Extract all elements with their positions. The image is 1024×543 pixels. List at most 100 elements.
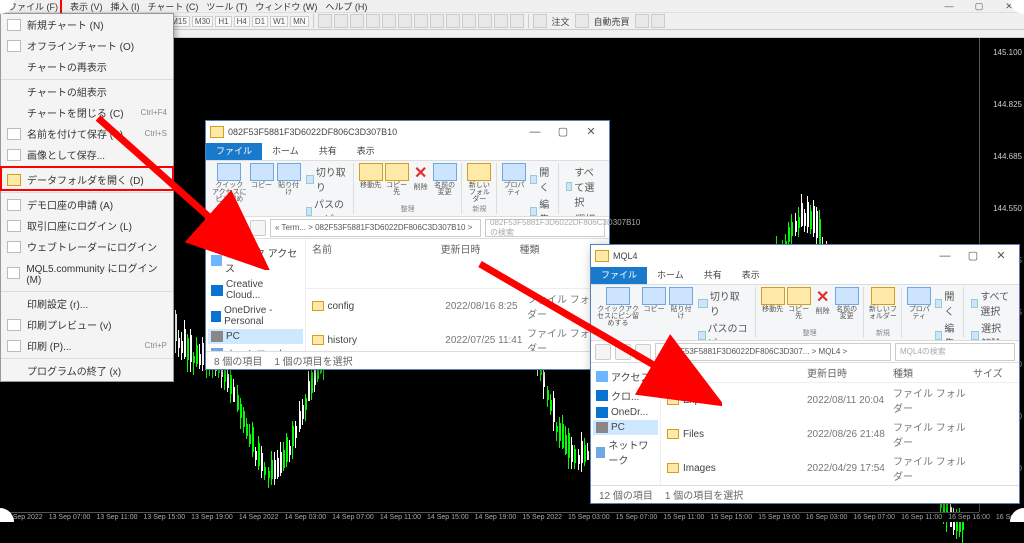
- tab-home[interactable]: ホーム: [647, 265, 694, 284]
- menu-item[interactable]: オフラインチャート (O): [1, 35, 173, 56]
- tool-icon[interactable]: [382, 14, 396, 28]
- nav-item[interactable]: OneDrive - Personal: [208, 303, 303, 329]
- moveto-button[interactable]: 移動先: [761, 287, 785, 320]
- tf-m30[interactable]: M30: [192, 16, 214, 27]
- menu-help[interactable]: ヘルプ (H): [325, 0, 367, 13]
- titlebar[interactable]: MQL4 — ▢ ✕: [591, 245, 1019, 267]
- tool-icon[interactable]: [366, 14, 380, 28]
- menu-item[interactable]: チャートを閉じる (C)Ctrl+F4: [1, 102, 173, 123]
- minimize-button[interactable]: —: [931, 246, 959, 266]
- tf-h4[interactable]: H4: [234, 16, 250, 27]
- up-button[interactable]: [250, 220, 266, 236]
- properties-button[interactable]: プロパティ: [502, 163, 526, 217]
- menu-item[interactable]: 名前を付けて保存 (S)Ctrl+S: [1, 123, 173, 144]
- delete-button[interactable]: ✕削除: [411, 163, 431, 196]
- rename-button[interactable]: 名前の変更: [433, 163, 457, 196]
- open-button[interactable]: 開く: [528, 163, 554, 195]
- menu-chart[interactable]: チャート (C): [148, 0, 199, 13]
- breadcrumb[interactable]: « 082F53F5881F3D6022DF806C3D307... > MQL…: [655, 343, 891, 361]
- selectnone-button[interactable]: 選択解除: [969, 319, 1013, 341]
- tab-home[interactable]: ホーム: [262, 141, 309, 160]
- cut-button[interactable]: 切り取り: [304, 163, 349, 195]
- newfolder-button[interactable]: 新しいフォルダー: [467, 163, 492, 203]
- menu-item[interactable]: 画像として保存...: [1, 144, 173, 165]
- forward-button[interactable]: [615, 344, 631, 360]
- menu-item[interactable]: 印刷設定 (r)...: [1, 291, 173, 314]
- col-size[interactable]: サイズ: [973, 365, 1013, 380]
- list-item[interactable]: history2022/07/25 11:41ファイル フォルダー: [306, 323, 609, 351]
- menu-item[interactable]: デモ口座の申請 (A): [1, 192, 173, 215]
- tf-w1[interactable]: W1: [270, 16, 288, 27]
- edit-button[interactable]: 編集: [528, 195, 554, 217]
- list-item[interactable]: Experts2022/08/11 20:04ファイル フォルダー: [661, 383, 1019, 417]
- copyto-button[interactable]: コピー先: [385, 163, 409, 196]
- tab-file[interactable]: ファイル: [591, 265, 647, 284]
- col-type[interactable]: 種類: [520, 241, 593, 286]
- breadcrumb[interactable]: « Term... > 082F53F5881F3D6022DF806C3D30…: [270, 219, 481, 237]
- list-header[interactable]: 名前 更新日時 種類 サイズ: [306, 239, 609, 289]
- maximize-button[interactable]: ▢: [959, 246, 987, 266]
- file-list[interactable]: 名前 更新日時 種類 サイズ config2022/08/16 8:25ファイル…: [306, 239, 609, 351]
- list-item[interactable]: config2022/08/16 8:25ファイル フォルダー: [306, 289, 609, 323]
- delete-button[interactable]: ✕削除: [813, 287, 833, 320]
- nav-item[interactable]: ネットワーク: [208, 344, 303, 351]
- maximize-button[interactable]: ▢: [549, 122, 577, 142]
- menu-window[interactable]: ウィンドウ (W): [255, 0, 317, 13]
- menu-item[interactable]: データフォルダを開く (D): [1, 167, 173, 190]
- autotrade-icon[interactable]: [575, 14, 589, 28]
- copypath-button[interactable]: パスのコピー: [304, 195, 349, 217]
- order-label[interactable]: 注文: [549, 15, 573, 28]
- menu-item[interactable]: 印刷プレビュー (v): [1, 314, 173, 335]
- nav-item[interactable]: ネットワーク: [593, 435, 658, 469]
- tool-icon[interactable]: [414, 14, 428, 28]
- tool-icon[interactable]: [318, 14, 332, 28]
- tool-icon[interactable]: [651, 14, 665, 28]
- forward-button[interactable]: [230, 220, 246, 236]
- tab-file[interactable]: ファイル: [206, 141, 262, 160]
- menu-item[interactable]: 新規チャート (N): [1, 14, 173, 35]
- col-name[interactable]: 名前: [667, 365, 807, 380]
- newfolder-button[interactable]: 新しいフォルダー: [869, 287, 898, 320]
- menu-insert[interactable]: 挿入 (I): [111, 0, 140, 13]
- menu-item[interactable]: 取引口座にログイン (L): [1, 215, 173, 236]
- tool-icon[interactable]: [430, 14, 444, 28]
- tool-icon[interactable]: [446, 14, 460, 28]
- moveto-button[interactable]: 移動先: [359, 163, 383, 196]
- menu-item[interactable]: MQL5.community にログイン (M): [1, 257, 173, 289]
- edit-button[interactable]: 編集: [933, 319, 959, 341]
- tool-icon[interactable]: [334, 14, 348, 28]
- paste-button[interactable]: 貼り付け: [277, 163, 301, 217]
- col-name[interactable]: 名前: [312, 241, 441, 286]
- menu-item[interactable]: ウェブトレーダーにログイン: [1, 236, 173, 257]
- tf-mn[interactable]: MN: [290, 16, 308, 27]
- search-input[interactable]: 082F53F5881F3D6022DF806C3D307B10の検索: [485, 219, 605, 237]
- paste-button[interactable]: 貼り付け: [669, 287, 693, 341]
- file-list[interactable]: 名前 更新日時 種類 サイズ Experts2022/08/11 20:04ファ…: [661, 363, 1019, 485]
- close-button[interactable]: ✕: [577, 122, 605, 142]
- nav-item[interactable]: Creative Cloud...: [208, 277, 303, 303]
- nav-item[interactable]: PC: [208, 329, 303, 344]
- titlebar[interactable]: 082F53F5881F3D6022DF806C3D307B10 — ▢ ✕: [206, 121, 609, 143]
- up-button[interactable]: [635, 344, 651, 360]
- back-button[interactable]: [210, 220, 226, 236]
- copypath-button[interactable]: パスのコピー: [696, 319, 751, 341]
- nav-item[interactable]: クイック アクセス: [208, 243, 303, 277]
- menu-tools[interactable]: ツール (T): [206, 0, 247, 13]
- selectnone-button[interactable]: 選択解除: [564, 210, 603, 217]
- minimize-button[interactable]: —: [521, 122, 549, 142]
- autotrade-label[interactable]: 自動売買: [591, 15, 633, 28]
- open-button[interactable]: 開く: [933, 287, 959, 319]
- order-icon[interactable]: [533, 14, 547, 28]
- close-button[interactable]: ✕: [987, 246, 1015, 266]
- tab-share[interactable]: 共有: [309, 141, 347, 160]
- arrow-icon[interactable]: [494, 14, 508, 28]
- menu-view[interactable]: 表示 (V): [70, 0, 103, 13]
- menu-item[interactable]: チャートの再表示: [1, 56, 173, 77]
- menu-item[interactable]: チャートの組表示: [1, 79, 173, 102]
- nav-item[interactable]: OneDr...: [593, 405, 658, 420]
- cut-button[interactable]: 切り取り: [696, 287, 751, 319]
- tool-icon[interactable]: [462, 14, 476, 28]
- menu-item[interactable]: プログラムの終了 (x): [1, 358, 173, 381]
- back-button[interactable]: [595, 344, 611, 360]
- tool-icon[interactable]: [478, 14, 492, 28]
